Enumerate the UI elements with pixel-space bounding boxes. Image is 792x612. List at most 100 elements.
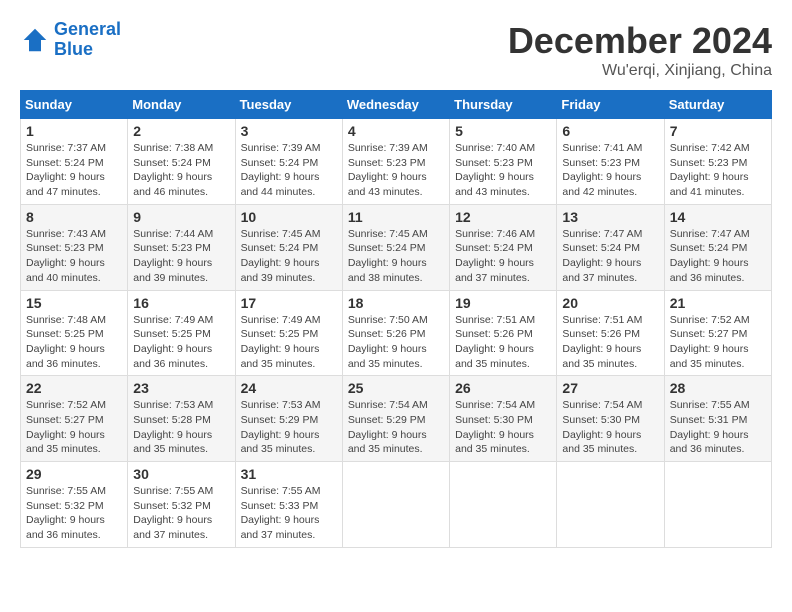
day-number: 15	[26, 295, 122, 311]
calendar-cell: 22 Sunrise: 7:52 AM Sunset: 5:27 PM Dayli…	[21, 376, 128, 462]
calendar-cell: 28Sunrise: 7:55 AM Sunset: 5:31 PM Dayli…	[664, 376, 771, 462]
calendar-cell: 5 Sunrise: 7:40 AM Sunset: 5:23 PM Daylig…	[450, 119, 557, 205]
calendar-cell: 3 Sunrise: 7:39 AM Sunset: 5:24 PM Daylig…	[235, 119, 342, 205]
calendar-cell	[557, 462, 664, 548]
calendar-cell: 26 Sunrise: 7:54 AM Sunset: 5:30 PM Dayli…	[450, 376, 557, 462]
calendar-cell: 7 Sunrise: 7:42 AM Sunset: 5:23 PM Daylig…	[664, 119, 771, 205]
day-number: 18	[348, 295, 444, 311]
calendar-cell: 18 Sunrise: 7:50 AM Sunset: 5:26 PM Dayli…	[342, 290, 449, 376]
calendar-cell: 27 Sunrise: 7:54 AM Sunset: 5:30 PM Dayli…	[557, 376, 664, 462]
calendar-cell	[342, 462, 449, 548]
day-detail: Sunrise: 7:39 AM Sunset: 5:24 PM Dayligh…	[241, 141, 337, 200]
day-number: 9	[133, 209, 229, 225]
week-row-5: 29 Sunrise: 7:55 AM Sunset: 5:32 PM Dayli…	[21, 462, 772, 548]
day-number: 3	[241, 123, 337, 139]
day-detail: Sunrise: 7:43 AM Sunset: 5:23 PM Dayligh…	[26, 227, 122, 286]
logo-blue: Blue	[54, 40, 121, 60]
calendar-title: December 2024	[508, 20, 772, 62]
day-detail: Sunrise: 7:55 AM Sunset: 5:33 PM Dayligh…	[241, 484, 337, 543]
day-number: 6	[562, 123, 658, 139]
day-detail: Sunrise: 7:52 AM Sunset: 5:27 PM Dayligh…	[670, 313, 766, 372]
day-number: 20	[562, 295, 658, 311]
day-number: 5	[455, 123, 551, 139]
day-detail: Sunrise: 7:55 AM Sunset: 5:32 PM Dayligh…	[26, 484, 122, 543]
day-number: 7	[670, 123, 766, 139]
calendar-cell: 19Sunrise: 7:51 AM Sunset: 5:26 PM Dayli…	[450, 290, 557, 376]
calendar-cell: 8 Sunrise: 7:43 AM Sunset: 5:23 PM Daylig…	[21, 204, 128, 290]
header-row: SundayMondayTuesdayWednesdayThursdayFrid…	[21, 91, 772, 119]
day-number: 25	[348, 380, 444, 396]
calendar-cell: 13Sunrise: 7:47 AM Sunset: 5:24 PM Dayli…	[557, 204, 664, 290]
header-day-wednesday: Wednesday	[342, 91, 449, 119]
day-number: 24	[241, 380, 337, 396]
calendar-cell: 31Sunrise: 7:55 AM Sunset: 5:33 PM Dayli…	[235, 462, 342, 548]
day-number: 1	[26, 123, 122, 139]
day-detail: Sunrise: 7:47 AM Sunset: 5:24 PM Dayligh…	[670, 227, 766, 286]
day-number: 14	[670, 209, 766, 225]
week-row-3: 15 Sunrise: 7:48 AM Sunset: 5:25 PM Dayli…	[21, 290, 772, 376]
day-detail: Sunrise: 7:42 AM Sunset: 5:23 PM Dayligh…	[670, 141, 766, 200]
day-detail: Sunrise: 7:53 AM Sunset: 5:29 PM Dayligh…	[241, 398, 337, 457]
day-detail: Sunrise: 7:45 AM Sunset: 5:24 PM Dayligh…	[348, 227, 444, 286]
calendar-cell: 1Sunrise: 7:37 AM Sunset: 5:24 PM Daylig…	[21, 119, 128, 205]
day-detail: Sunrise: 7:54 AM Sunset: 5:30 PM Dayligh…	[562, 398, 658, 457]
header-day-saturday: Saturday	[664, 91, 771, 119]
day-detail: Sunrise: 7:55 AM Sunset: 5:31 PM Dayligh…	[670, 398, 766, 457]
page-header: General Blue December 2024 Wu'erqi, Xinj…	[20, 20, 772, 80]
day-number: 8	[26, 209, 122, 225]
header-day-monday: Monday	[128, 91, 235, 119]
calendar-cell	[450, 462, 557, 548]
calendar-cell: 15 Sunrise: 7:48 AM Sunset: 5:25 PM Dayli…	[21, 290, 128, 376]
calendar-cell: 14 Sunrise: 7:47 AM Sunset: 5:24 PM Dayli…	[664, 204, 771, 290]
day-detail: Sunrise: 7:39 AM Sunset: 5:23 PM Dayligh…	[348, 141, 444, 200]
calendar-cell: 25 Sunrise: 7:54 AM Sunset: 5:29 PM Dayli…	[342, 376, 449, 462]
day-number: 11	[348, 209, 444, 225]
day-detail: Sunrise: 7:51 AM Sunset: 5:26 PM Dayligh…	[562, 313, 658, 372]
day-number: 27	[562, 380, 658, 396]
day-number: 23	[133, 380, 229, 396]
day-detail: Sunrise: 7:54 AM Sunset: 5:30 PM Dayligh…	[455, 398, 551, 457]
day-number: 22	[26, 380, 122, 396]
day-number: 16	[133, 295, 229, 311]
day-detail: Sunrise: 7:51 AM Sunset: 5:26 PM Dayligh…	[455, 313, 551, 372]
day-number: 4	[348, 123, 444, 139]
day-detail: Sunrise: 7:44 AM Sunset: 5:23 PM Dayligh…	[133, 227, 229, 286]
logo-icon	[20, 25, 50, 55]
calendar-cell	[664, 462, 771, 548]
calendar-cell: 2 Sunrise: 7:38 AM Sunset: 5:24 PM Daylig…	[128, 119, 235, 205]
header-day-tuesday: Tuesday	[235, 91, 342, 119]
day-number: 10	[241, 209, 337, 225]
day-number: 29	[26, 466, 122, 482]
day-number: 2	[133, 123, 229, 139]
day-detail: Sunrise: 7:41 AM Sunset: 5:23 PM Dayligh…	[562, 141, 658, 200]
day-detail: Sunrise: 7:53 AM Sunset: 5:28 PM Dayligh…	[133, 398, 229, 457]
day-detail: Sunrise: 7:49 AM Sunset: 5:25 PM Dayligh…	[133, 313, 229, 372]
day-detail: Sunrise: 7:40 AM Sunset: 5:23 PM Dayligh…	[455, 141, 551, 200]
day-detail: Sunrise: 7:48 AM Sunset: 5:25 PM Dayligh…	[26, 313, 122, 372]
logo: General Blue	[20, 20, 121, 60]
calendar-subtitle: Wu'erqi, Xinjiang, China	[508, 62, 772, 80]
calendar-cell: 12Sunrise: 7:46 AM Sunset: 5:24 PM Dayli…	[450, 204, 557, 290]
day-number: 17	[241, 295, 337, 311]
calendar-cell: 9 Sunrise: 7:44 AM Sunset: 5:23 PM Daylig…	[128, 204, 235, 290]
day-number: 26	[455, 380, 551, 396]
calendar-cell: 20 Sunrise: 7:51 AM Sunset: 5:26 PM Dayli…	[557, 290, 664, 376]
day-detail: Sunrise: 7:54 AM Sunset: 5:29 PM Dayligh…	[348, 398, 444, 457]
week-row-1: 1Sunrise: 7:37 AM Sunset: 5:24 PM Daylig…	[21, 119, 772, 205]
week-row-2: 8 Sunrise: 7:43 AM Sunset: 5:23 PM Daylig…	[21, 204, 772, 290]
calendar-cell: 16 Sunrise: 7:49 AM Sunset: 5:25 PM Dayli…	[128, 290, 235, 376]
calendar-body: 1Sunrise: 7:37 AM Sunset: 5:24 PM Daylig…	[21, 119, 772, 548]
day-detail: Sunrise: 7:50 AM Sunset: 5:26 PM Dayligh…	[348, 313, 444, 372]
calendar-cell: 6 Sunrise: 7:41 AM Sunset: 5:23 PM Daylig…	[557, 119, 664, 205]
day-detail: Sunrise: 7:38 AM Sunset: 5:24 PM Dayligh…	[133, 141, 229, 200]
day-detail: Sunrise: 7:55 AM Sunset: 5:32 PM Dayligh…	[133, 484, 229, 543]
week-row-4: 22 Sunrise: 7:52 AM Sunset: 5:27 PM Dayli…	[21, 376, 772, 462]
calendar-cell: 21Sunrise: 7:52 AM Sunset: 5:27 PM Dayli…	[664, 290, 771, 376]
calendar-table: SundayMondayTuesdayWednesdayThursdayFrid…	[20, 90, 772, 548]
day-detail: Sunrise: 7:45 AM Sunset: 5:24 PM Dayligh…	[241, 227, 337, 286]
day-detail: Sunrise: 7:52 AM Sunset: 5:27 PM Dayligh…	[26, 398, 122, 457]
calendar-cell: 4 Sunrise: 7:39 AM Sunset: 5:23 PM Daylig…	[342, 119, 449, 205]
calendar-cell: 30Sunrise: 7:55 AM Sunset: 5:32 PM Dayli…	[128, 462, 235, 548]
title-block: December 2024 Wu'erqi, Xinjiang, China	[508, 20, 772, 80]
logo-text: General Blue	[54, 20, 121, 60]
